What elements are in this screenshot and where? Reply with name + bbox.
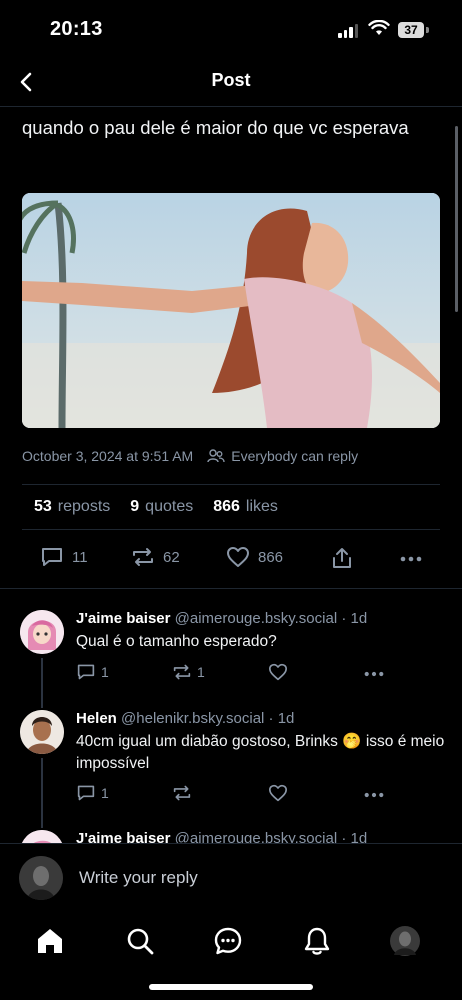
reply-text: 40cm igual um diabão gostoso, Brinks 🤭 i…	[76, 733, 445, 772]
reply-button[interactable]: 1	[76, 663, 109, 681]
heart-icon	[269, 784, 287, 802]
tab-chat[interactable]	[211, 924, 245, 958]
avatar[interactable]	[20, 710, 64, 754]
post-meta: October 3, 2024 at 9:51 AM Everybody can…	[22, 448, 358, 464]
repost-icon	[133, 548, 153, 566]
reply-author-handle[interactable]: @aimerouge.bsky.social	[175, 610, 338, 627]
ellipsis-icon	[364, 792, 384, 798]
quotes-label[interactable]: quotes	[145, 498, 193, 516]
avatar	[19, 856, 63, 900]
avatar[interactable]	[20, 830, 64, 843]
signal-icon	[338, 24, 358, 38]
reply-setting[interactable]: Everybody can reply	[231, 448, 358, 464]
likes-label[interactable]: likes	[246, 498, 278, 516]
reply-button[interactable]: 11	[40, 546, 88, 568]
reply-count: 1	[101, 785, 109, 801]
bell-icon	[304, 927, 330, 955]
repost-count: 1	[197, 664, 205, 680]
repost-count: 62	[163, 548, 180, 566]
reply-header: J'aime baiser @aimerouge.bsky.social · 1…	[76, 830, 367, 843]
reply-composer[interactable]: Write your reply	[0, 843, 462, 911]
like-count: 866	[258, 548, 284, 566]
reply-count: 11	[72, 548, 88, 566]
chevron-left-icon	[20, 72, 32, 92]
avatar-illustration	[20, 610, 64, 654]
repost-button[interactable]: 1	[172, 663, 205, 681]
wifi-icon	[368, 20, 390, 35]
post-image-illustration	[22, 193, 440, 428]
like-button[interactable]: 866	[226, 546, 283, 568]
reply-input[interactable]: Write your reply	[79, 868, 198, 888]
ellipsis-icon	[364, 671, 384, 677]
share-button[interactable]	[330, 546, 354, 570]
reply-item[interactable]: J'aime baiser @aimerouge.bsky.social · 1…	[0, 598, 462, 708]
reply-button[interactable]: 1	[76, 784, 109, 802]
speech-bubble-icon	[77, 664, 95, 680]
avatar-illustration	[21, 830, 63, 843]
header: Post	[0, 60, 462, 107]
status-time: 20:13	[50, 18, 103, 40]
ellipsis-icon	[400, 556, 422, 562]
reply-author-name[interactable]: Helen	[76, 710, 117, 727]
share-icon	[333, 548, 351, 568]
repost-button[interactable]	[172, 784, 192, 802]
home-indicator	[149, 984, 313, 990]
search-icon	[127, 928, 154, 955]
tab-notifications[interactable]	[300, 924, 334, 958]
reposts-label[interactable]: reposts	[58, 498, 110, 516]
reply-actions: 1 1	[76, 663, 406, 687]
scrollbar[interactable]	[455, 126, 458, 312]
reply-text: Qual é o tamanho esperado?	[76, 633, 277, 650]
thread-line	[41, 698, 43, 708]
tab-home[interactable]	[33, 924, 67, 958]
chat-icon	[214, 927, 242, 955]
speech-bubble-icon	[77, 785, 95, 801]
tab-search[interactable]	[123, 924, 157, 958]
avatar-illustration	[20, 710, 64, 754]
profile-avatar	[390, 926, 420, 956]
avatar[interactable]	[20, 610, 64, 654]
tab-profile[interactable]	[388, 924, 422, 958]
battery-tip	[426, 27, 429, 33]
more-button[interactable]	[364, 792, 384, 798]
post-actions: 11 62 866	[0, 530, 462, 589]
reposts-count[interactable]: 53	[34, 498, 52, 516]
reply-header: Helen @helenikr.bsky.social · 1d	[76, 710, 294, 727]
repost-icon	[173, 664, 191, 680]
post-image[interactable]	[22, 193, 440, 428]
reply-item[interactable]: Helen @helenikr.bsky.social · 1d 40cm ig…	[0, 698, 462, 828]
status-bar: 20:13 37	[0, 0, 462, 60]
quotes-count[interactable]: 9	[130, 498, 139, 516]
reply-author-name[interactable]: J'aime baiser	[76, 610, 170, 627]
reply-time: · 1d	[341, 610, 368, 627]
page-title: Post	[211, 70, 251, 90]
reply-count: 1	[101, 664, 109, 680]
reply-actions: 1	[76, 784, 406, 808]
speech-bubble-icon	[42, 548, 62, 566]
reply-item[interactable]: J'aime baiser @aimerouge.bsky.social · 1…	[0, 818, 462, 843]
likes-count[interactable]: 866	[213, 498, 240, 516]
post-stats: 53 reposts 9 quotes 866 likes	[22, 484, 440, 530]
like-button[interactable]	[268, 663, 288, 681]
reply-time: · 1d	[341, 830, 368, 843]
avatar-illustration	[19, 856, 63, 900]
reply-author-handle[interactable]: @helenikr.bsky.social	[121, 710, 264, 727]
reply-author-name[interactable]: J'aime baiser	[76, 830, 170, 843]
post-text: quando o pau dele é maior do que vc espe…	[22, 117, 409, 138]
post-date: October 3, 2024 at 9:51 AM	[22, 448, 194, 464]
home-icon	[38, 929, 62, 953]
battery-icon: 37	[398, 22, 424, 38]
people-icon	[207, 449, 225, 463]
like-button[interactable]	[268, 784, 288, 802]
repost-icon	[173, 785, 191, 801]
more-button[interactable]	[400, 556, 422, 562]
reply-time: · 1d	[268, 710, 295, 727]
repost-button[interactable]: 62	[131, 546, 180, 568]
more-button[interactable]	[364, 671, 384, 677]
reply-header: J'aime baiser @aimerouge.bsky.social · 1…	[76, 610, 367, 627]
reply-author-handle[interactable]: @aimerouge.bsky.social	[175, 830, 338, 843]
back-button[interactable]	[14, 68, 38, 96]
heart-icon	[269, 663, 287, 681]
heart-icon	[227, 547, 249, 567]
